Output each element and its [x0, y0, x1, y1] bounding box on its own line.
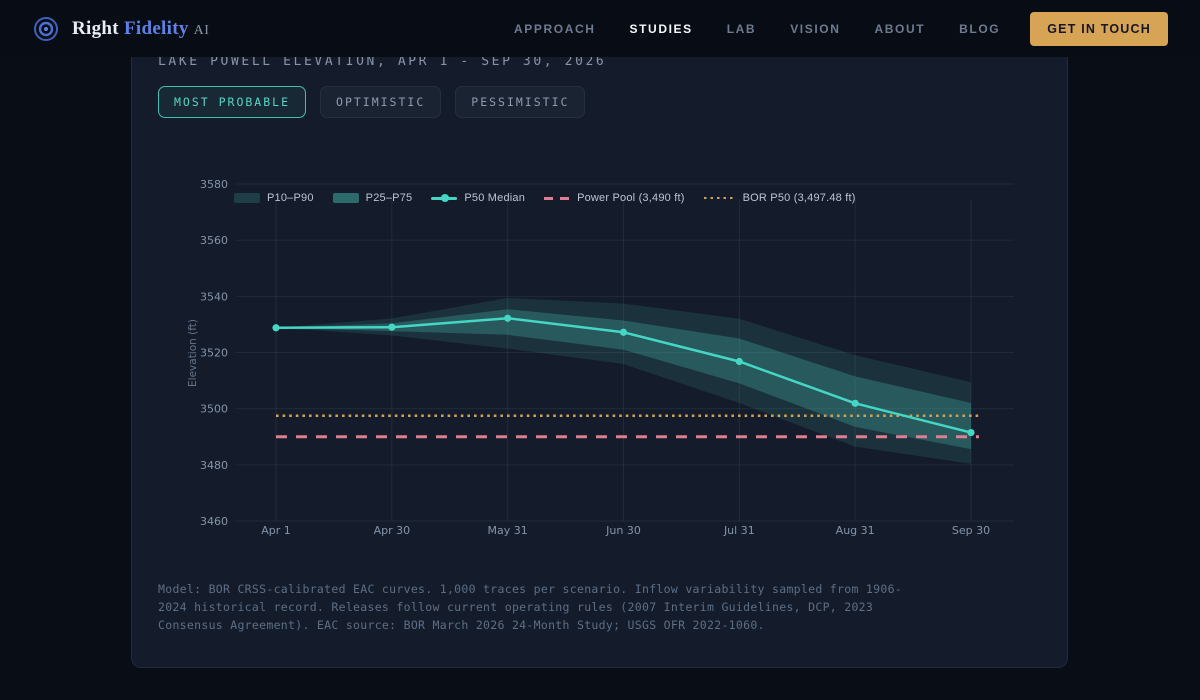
nav-link-blog[interactable]: BLOG	[959, 22, 1000, 36]
brand-logo[interactable]: Right Fidelity AI	[32, 15, 209, 43]
brand-first: Right	[72, 18, 119, 39]
y-tick-label: 3580	[200, 178, 228, 191]
nav-link-vision[interactable]: VISION	[790, 22, 840, 36]
study-card: LAKE POWELL ELEVATION, APR 1 - SEP 30, 2…	[131, 44, 1068, 668]
scenario-tab-optimistic[interactable]: OPTIMISTIC	[320, 86, 441, 118]
x-tick-label: Apr 30	[374, 524, 411, 537]
get-in-touch-button[interactable]: GET IN TOUCH	[1030, 12, 1168, 46]
brand-suffix: AI	[194, 23, 210, 38]
brand-second: Fidelity	[124, 18, 189, 39]
x-tick-label: May 31	[488, 524, 528, 537]
scenario-tab-pessimistic[interactable]: PESSIMISTIC	[455, 86, 585, 118]
x-tick-label: Jun 30	[605, 524, 641, 537]
data-point	[388, 324, 395, 331]
y-tick-label: 3520	[200, 347, 228, 360]
data-point	[736, 358, 743, 365]
data-point	[852, 400, 859, 407]
chart-area: 3460 3480 3500 3520 3540 3560 3580 Apr 1 Apr 30 M…	[166, 171, 1036, 546]
model-footnote: Model: BOR CRSS-calibrated EAC curves. 1…	[158, 580, 906, 634]
data-point	[967, 429, 974, 436]
target-circles-icon	[32, 15, 60, 43]
elevation-chart-svg: 3460 3480 3500 3520 3540 3560 3580 Apr 1 Apr 30 M…	[166, 171, 1036, 546]
y-tick-label: 3560	[200, 234, 228, 247]
scenario-tabs: MOST PROBABLE OPTIMISTIC PESSIMISTIC	[158, 86, 585, 118]
navbar: Right Fidelity AI APPROACH STUDIES LAB VISIO…	[0, 0, 1200, 57]
x-tick-label: Sep 30	[952, 524, 990, 537]
nav-link-studies[interactable]: STUDIES	[630, 22, 693, 36]
x-tick-label: Aug 31	[836, 524, 875, 537]
data-point	[504, 315, 511, 322]
nav-link-about[interactable]: ABOUT	[874, 22, 925, 36]
nav-link-lab[interactable]: LAB	[727, 22, 756, 36]
y-tick-label: 3480	[200, 459, 228, 472]
data-point	[272, 324, 279, 331]
brand-name: Right Fidelity AI	[72, 18, 209, 40]
y-tick-label: 3460	[200, 515, 228, 528]
scenario-tab-most-probable[interactable]: MOST PROBABLE	[158, 86, 306, 118]
x-tick-label: Jul 31	[723, 524, 755, 537]
y-tick-label: 3500	[200, 403, 228, 416]
data-point	[620, 329, 627, 336]
nav-link-approach[interactable]: APPROACH	[514, 22, 595, 36]
x-tick-label: Apr 1	[261, 524, 291, 537]
y-axis-title: Elevation (ft)	[187, 319, 199, 387]
y-tick-label: 3540	[200, 290, 228, 303]
nav-links: APPROACH STUDIES LAB VISION ABOUT BLOG	[514, 22, 1000, 36]
